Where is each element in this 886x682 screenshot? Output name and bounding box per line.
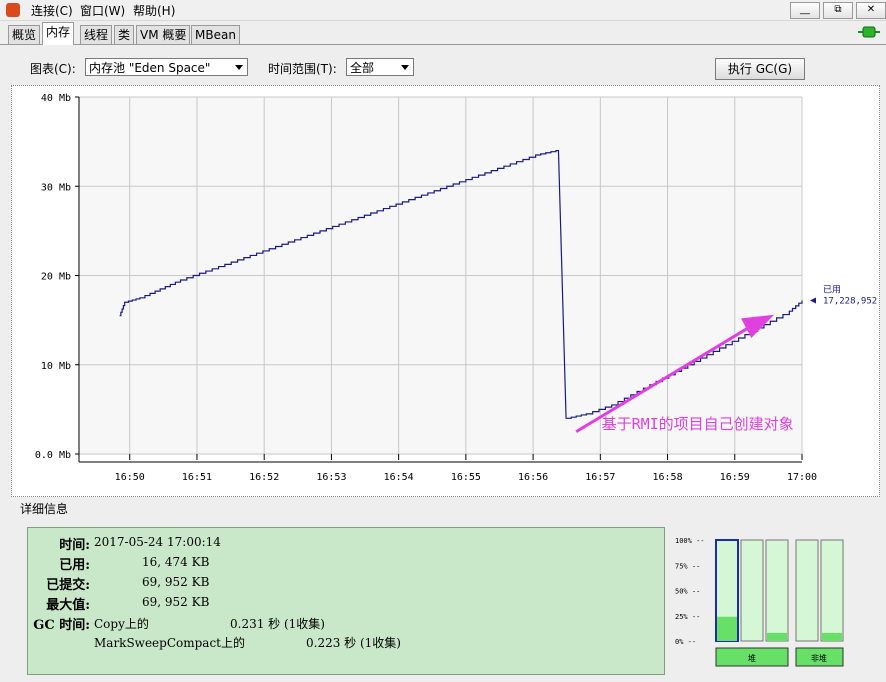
minimize-button[interactable]: __ (790, 2, 820, 19)
tab-overview[interactable]: 概览 (8, 25, 41, 44)
memory-pool-bars: 100% -- 75% -- 50% -- 25% -- 0% -- 堆 非堆 (675, 537, 844, 667)
y-tick-label: 20 Mb (41, 272, 71, 283)
x-tick-label: 16:51 (182, 472, 212, 483)
pool-bar (740, 539, 764, 642)
java-icon (6, 3, 20, 17)
time-label: 时间: (59, 538, 90, 553)
gc-msc-name: MarkSweepCompact上的 (94, 636, 245, 650)
chevron-down-icon (401, 65, 409, 70)
gc-time-label: GC 时间: (33, 618, 90, 633)
range-label: 时间范围(T): (268, 62, 337, 76)
y-tick-label: 30 Mb (41, 182, 71, 193)
tab-vm-summary[interactable]: VM 概要 (136, 25, 191, 44)
x-tick-label: 16:58 (652, 472, 682, 483)
percent-tick-label: 25% -- (675, 613, 700, 621)
range-select-value: 全部 (350, 61, 375, 75)
percent-tick-label: 50% -- (675, 588, 700, 596)
gc-msc-value: 0.223 秒 (1收集) (306, 636, 401, 650)
details-title: 详细信息 (20, 502, 69, 516)
time-value: 2017-05-24 17:00:14 (94, 535, 221, 549)
pool-bar-fill (767, 632, 787, 641)
chart-select-value: 内存池 "Eden Space" (89, 61, 211, 75)
restore-button[interactable]: ⧉ (823, 2, 853, 19)
menu-window[interactable]: 窗口(W) (80, 2, 125, 19)
x-tick-label: 16:56 (518, 472, 548, 483)
percent-tick-label: 75% -- (675, 562, 700, 570)
pool-bar (820, 539, 844, 642)
x-tick-label: 16:54 (384, 472, 414, 483)
tab-classes[interactable]: 类 (114, 25, 135, 44)
close-button[interactable]: ✕ (856, 2, 886, 19)
tab-bar: 概览 内存 线程 类 VM 概要 MBean (0, 22, 886, 45)
y-tick-label: 0.0 Mb (35, 450, 71, 461)
range-select[interactable]: 全部 (346, 58, 414, 76)
current-value-number: 17,228,952 (823, 296, 877, 306)
x-tick-label: 16:50 (115, 472, 145, 483)
pool-bar (765, 539, 789, 642)
tab-mbean[interactable]: MBean (191, 25, 240, 44)
percent-tick-label: 0% -- (675, 638, 696, 646)
x-tick-label: 16:57 (585, 472, 615, 483)
perform-gc-button[interactable]: 执行 GC(G) (715, 58, 805, 80)
x-tick-label: 16:55 (451, 472, 481, 483)
gc-copy-value: 0.231 秒 (1收集) (230, 617, 325, 631)
chevron-down-icon (235, 65, 243, 70)
chart-label: 图表(C): (30, 62, 76, 76)
x-tick-label: 16:53 (316, 472, 346, 483)
menu-connect[interactable]: 连接(C) (31, 2, 73, 19)
menu-bar: 连接(C) 窗口(W) 帮助(H) __ ⧉ ✕ (0, 0, 886, 21)
tab-memory[interactable]: 内存 (42, 22, 75, 45)
memory-chart: 40 Mb 30 Mb 20 Mb 10 Mb 0.0 Mb 16:50 16:51 16:5… (35, 93, 877, 483)
pool-bar-fill (717, 616, 737, 641)
max-label: 最大值: (46, 598, 90, 613)
pool-bar-fill (822, 632, 842, 641)
max-value: 69, 952 KB (142, 595, 210, 609)
x-tick-label: 16:52 (249, 472, 279, 483)
current-value-marker (810, 297, 816, 304)
used-label: 已用: (59, 558, 90, 573)
nonheap-label: 非堆 (811, 653, 827, 663)
chart-select[interactable]: 内存池 "Eden Space" (85, 58, 248, 76)
committed-value: 69, 952 KB (142, 575, 210, 589)
x-tick-label: 16:59 (720, 472, 750, 483)
pool-bar (795, 539, 819, 642)
current-value-label: 已用 (823, 284, 841, 295)
percent-tick-label: 100% -- (675, 537, 705, 545)
x-tick-label: 17:00 (787, 472, 817, 483)
annotation-text: 基于RMI的项目自己创建对象 (602, 415, 794, 433)
connection-icon (858, 26, 880, 38)
y-tick-label: 40 Mb (41, 93, 71, 104)
heap-label: 堆 (748, 653, 756, 663)
y-tick-label: 10 Mb (41, 361, 71, 372)
tab-threads[interactable]: 线程 (80, 25, 113, 44)
details-panel: 时间: 2017-05-24 17:00:14 已用: 16, 474 KB 已… (27, 527, 665, 675)
committed-label: 已提交: (46, 578, 90, 593)
gc-copy-name: Copy上的 (94, 617, 149, 631)
menu-help[interactable]: 帮助(H) (133, 2, 175, 19)
used-value: 16, 474 KB (142, 555, 210, 569)
memory-chart-panel: 40 Mb 30 Mb 20 Mb 10 Mb 0.0 Mb 16:50 16:51 16:5… (11, 85, 880, 497)
